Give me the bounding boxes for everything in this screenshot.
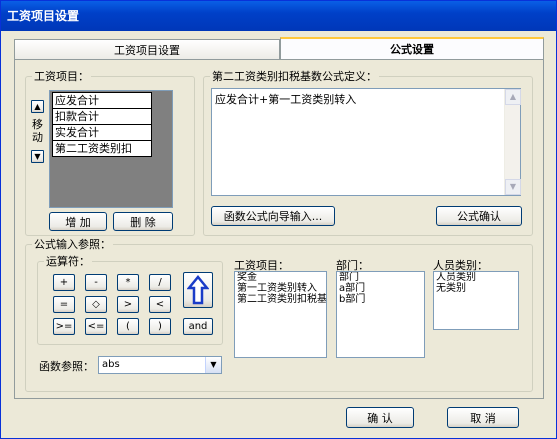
list-item[interactable]: 无类别 — [434, 283, 518, 294]
formula-text-area[interactable]: 应发合计+第一工资类别转入 ▲ ▼ — [211, 88, 521, 196]
list-item[interactable]: 第二工资类别扣税基数 — [235, 294, 326, 305]
formula-input-ref-legend: 公式输入参照： — [34, 238, 111, 251]
big-up-arrow-icon — [187, 275, 209, 305]
list-item[interactable]: 部门 — [337, 272, 424, 283]
ref-staff-list[interactable]: 人员类别 无类别 — [433, 271, 519, 330]
list-item[interactable]: a部门 — [337, 283, 424, 294]
formula-wizard-button[interactable]: 函数公式向导输入... — [211, 206, 335, 226]
move-up-button[interactable]: ▲ — [31, 100, 44, 113]
arrow-up-icon: ▲ — [34, 102, 41, 111]
operator-button[interactable]: and — [183, 318, 213, 335]
list-item[interactable]: 应发合计 — [53, 93, 151, 109]
operator-button[interactable]: ◇ — [85, 296, 107, 313]
tab-container: 工资项目设置 公式设置 工资项目： ▲ 移动 ▼ 应发合计 扣款合计 实发合计 … — [14, 37, 544, 399]
operator-button[interactable]: - — [85, 274, 107, 291]
func-ref-label: 函数参照： — [39, 360, 94, 373]
formula-settings-panel: 工资项目： ▲ 移动 ▼ 应发合计 扣款合计 实发合计 第二工资类别扣 增 加 … — [14, 59, 544, 399]
func-ref-value: abs — [102, 359, 120, 370]
list-item[interactable]: 第一工资类别转入 — [235, 283, 326, 294]
tab-salary-item-settings[interactable]: 工资项目设置 — [14, 39, 280, 60]
tab-formula-settings[interactable]: 公式设置 — [280, 37, 544, 60]
list-item[interactable]: b部门 — [337, 294, 424, 305]
formula-definition-legend: 第二工资类别扣税基数公式定义： — [212, 70, 377, 83]
add-button[interactable]: 增 加 — [49, 212, 107, 231]
operator-button[interactable]: < — [149, 296, 171, 313]
move-down-button[interactable]: ▼ — [31, 150, 44, 163]
operator-button[interactable]: ) — [149, 318, 171, 335]
operator-button[interactable]: >= — [53, 318, 75, 335]
operator-button[interactable]: * — [117, 274, 139, 291]
scroll-up-icon[interactable]: ▲ — [505, 89, 521, 105]
formula-confirm-button[interactable]: 公式确认 — [436, 206, 522, 226]
formula-text: 应发合计+第一工资类别转入 — [215, 93, 357, 106]
delete-button[interactable]: 删 除 — [113, 212, 173, 231]
ref-salary-items-list[interactable]: 奖金 第一工资类别转入 第二工资类别扣税基数 — [234, 271, 327, 358]
operator-button[interactable]: ( — [117, 318, 139, 335]
move-label: 移动 — [32, 118, 43, 144]
operator-button[interactable]: + — [53, 274, 75, 291]
formula-scrollbar[interactable]: ▲ ▼ — [504, 89, 521, 195]
list-item[interactable]: 第二工资类别扣 — [53, 141, 151, 156]
list-item[interactable]: 实发合计 — [53, 125, 151, 141]
salary-item-settings-window: 工资项目设置 工资项目设置 公式设置 工资项目： ▲ 移动 ▼ 应发合计 扣款合… — [0, 0, 557, 439]
arrow-down-icon: ▼ — [34, 152, 41, 161]
func-ref-select[interactable]: abs ▼ — [98, 356, 222, 374]
ok-button[interactable]: 确 认 — [346, 407, 414, 428]
salary-items-inner: 应发合计 扣款合计 实发合计 第二工资类别扣 — [52, 92, 152, 157]
insert-operator-button[interactable] — [183, 272, 213, 308]
scroll-down-icon[interactable]: ▼ — [505, 179, 521, 195]
list-item[interactable]: 奖金 — [235, 272, 326, 283]
list-item[interactable]: 扣款合计 — [53, 109, 151, 125]
cancel-button[interactable]: 取 消 — [447, 407, 519, 428]
salary-items-legend: 工资项目： — [34, 70, 89, 83]
operator-button[interactable]: <= — [85, 318, 107, 335]
operator-button[interactable]: = — [53, 296, 75, 313]
ref-dept-list[interactable]: 部门 a部门 b部门 — [336, 271, 425, 358]
operator-button[interactable]: / — [149, 274, 171, 291]
operators-legend: 运算符： — [46, 255, 90, 268]
list-item[interactable]: 人员类别 — [434, 272, 518, 283]
operator-button[interactable]: > — [117, 296, 139, 313]
title-bar: 工资项目设置 — [1, 1, 556, 31]
salary-items-list[interactable]: 应发合计 扣款合计 实发合计 第二工资类别扣 — [49, 90, 173, 208]
chevron-down-icon[interactable]: ▼ — [205, 357, 221, 373]
